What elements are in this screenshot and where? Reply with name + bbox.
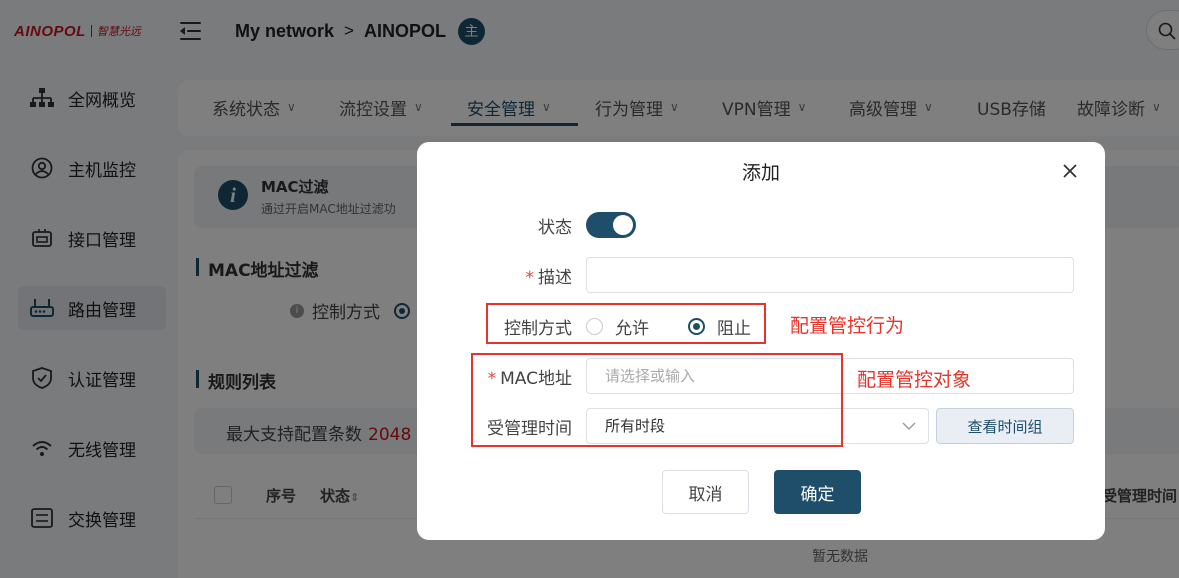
- view-time-group-button[interactable]: 查看时间组: [936, 408, 1074, 444]
- close-icon[interactable]: [1061, 162, 1079, 180]
- annotation-box-behavior: [486, 303, 766, 344]
- dialog-title: 添加: [741, 162, 780, 184]
- required-mark: *: [525, 268, 535, 288]
- chevron-down-icon: [902, 422, 916, 430]
- confirm-button[interactable]: 确定: [774, 470, 861, 514]
- description-label: * 描述: [422, 263, 573, 288]
- status-label: 状态: [538, 218, 572, 238]
- annotation-behavior: 配置管控行为: [790, 315, 905, 337]
- status-toggle[interactable]: [586, 212, 636, 238]
- description-input[interactable]: [586, 257, 1074, 293]
- annotation-box-target: [471, 353, 843, 447]
- cancel-button[interactable]: 取消: [662, 470, 749, 514]
- annotation-target: 配置管控对象: [857, 369, 972, 391]
- description-label-text: 描述: [538, 268, 572, 288]
